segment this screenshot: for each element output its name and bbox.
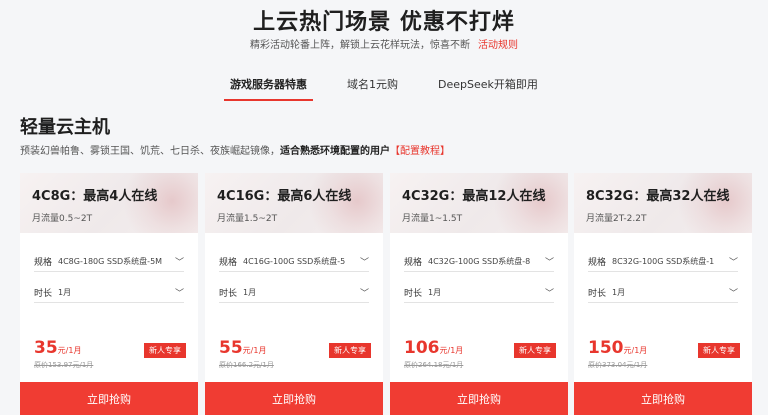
card-traffic: 月流量0.5~2T [32, 214, 93, 224]
duration-value: 1月 [428, 288, 442, 297]
spec-select[interactable]: 规格 8C32G-100G SSD系统盘-1 ﹀ [588, 252, 738, 272]
chevron-down-icon: ﹀ [544, 258, 554, 268]
duration-select[interactable]: 时长 1月 ﹀ [34, 283, 184, 303]
category-tabs: 游戏服务器特惠 域名1元购 DeepSeek开箱即用 [0, 76, 768, 101]
card-title: 4C16G：最高6人在线 [217, 189, 352, 204]
card-traffic: 月流量1.5~2T [217, 214, 278, 224]
hero-subtitle: 精彩活动轮番上阵，解锁上云花样玩法，惊喜不断 活动规则 [0, 36, 768, 51]
spec-label: 规格 [219, 258, 238, 268]
duration-label: 时长 [34, 289, 53, 299]
price-unit: 元/1月 [439, 346, 464, 355]
duration-select[interactable]: 时长 1月 ﹀ [404, 283, 554, 303]
duration-value: 1月 [58, 288, 72, 297]
original-price: 原价166.2元/1月 [219, 361, 274, 369]
chevron-down-icon: ﹀ [359, 289, 369, 299]
page-title: 上云热门场景 优惠不打烊 [253, 10, 515, 35]
price-unit: 元/1月 [242, 346, 267, 355]
price-value: 106 [404, 338, 440, 358]
card-title: 8C32G：最高32人在线 [586, 189, 730, 204]
price-unit: 元/1月 [623, 346, 648, 355]
section-desc-highlight: 适合熟悉环境配置的用户 [280, 146, 390, 157]
tab-game-server[interactable]: 游戏服务器特惠 [224, 76, 314, 101]
tab-deepseek[interactable]: DeepSeek开箱即用 [438, 76, 538, 101]
spec-select[interactable]: 规格 4C8G-180G SSD系统盘-5M ﹀ [34, 252, 184, 272]
price-value: 35 [34, 338, 58, 358]
activity-rules-link[interactable]: 活动规则 [478, 40, 518, 51]
spec-label: 规格 [404, 258, 423, 268]
original-price: 原价373.04元/1月 [588, 361, 648, 369]
buy-now-button[interactable]: 立即抢购 [205, 382, 383, 415]
card-header: 4C32G：最高12人在线 月流量1~1.5T [390, 173, 568, 233]
spec-select[interactable]: 规格 4C32G-100G SSD系统盘-8 ﹀ [404, 252, 554, 272]
section-description: 预装幻兽帕鲁、雾锁王国、饥荒、七日杀、夜族崛起镜像，适合熟悉环境配置的用户【配置… [20, 142, 450, 157]
card-traffic: 月流量1~1.5T [402, 214, 463, 224]
duration-value: 1月 [243, 288, 257, 297]
duration-select[interactable]: 时长 1月 ﹀ [588, 283, 738, 303]
section-desc-text: 预装幻兽帕鲁、雾锁王国、饥荒、七日杀、夜族崛起镜像， [20, 146, 280, 157]
chevron-down-icon: ﹀ [728, 289, 738, 299]
spec-label: 规格 [34, 258, 53, 268]
price: 55元/1月 [219, 338, 266, 358]
price-value: 55 [219, 338, 243, 358]
spec-value: 8C32G-100G SSD系统盘-1 [612, 257, 715, 266]
card-title: 4C32G：最高12人在线 [402, 189, 546, 204]
chevron-down-icon: ﹀ [728, 258, 738, 268]
product-card: 4C32G：最高12人在线 月流量1~1.5T 规格 4C32G-100G SS… [390, 173, 568, 415]
buy-now-button[interactable]: 立即抢购 [574, 382, 752, 415]
buy-now-button[interactable]: 立即抢购 [20, 382, 198, 415]
card-traffic: 月流量2T-2.2T [586, 214, 647, 224]
hero-subtitle-text: 精彩活动轮番上阵，解锁上云花样玩法，惊喜不断 [250, 40, 470, 51]
new-user-badge: 新人专享 [514, 343, 556, 358]
card-header: 4C8G：最高4人在线 月流量0.5~2T [20, 173, 198, 233]
price-unit: 元/1月 [57, 346, 82, 355]
chevron-down-icon: ﹀ [174, 258, 184, 268]
price: 106元/1月 [404, 338, 463, 358]
chevron-down-icon: ﹀ [359, 258, 369, 268]
spec-value: 4C8G-180G SSD系统盘-5M [58, 257, 163, 266]
spec-label: 规格 [588, 258, 607, 268]
price: 150元/1月 [588, 338, 647, 358]
new-user-badge: 新人专享 [144, 343, 186, 358]
spec-value: 4C16G-100G SSD系统盘-5 [243, 257, 346, 266]
spec-value: 4C32G-100G SSD系统盘-8 [428, 257, 531, 266]
new-user-badge: 新人专享 [329, 343, 371, 358]
config-tutorial-link[interactable]: 【配置教程】 [390, 146, 450, 157]
duration-select[interactable]: 时长 1月 ﹀ [219, 283, 369, 303]
price: 35元/1月 [34, 338, 81, 358]
tab-domain[interactable]: 域名1元购 [347, 76, 398, 101]
chevron-down-icon: ﹀ [174, 289, 184, 299]
spec-select[interactable]: 规格 4C16G-100G SSD系统盘-5 ﹀ [219, 252, 369, 272]
product-card: 4C8G：最高4人在线 月流量0.5~2T 规格 4C8G-180G SSD系统… [20, 173, 198, 415]
price-value: 150 [588, 338, 624, 358]
card-title: 4C8G：最高4人在线 [32, 189, 158, 204]
duration-label: 时长 [404, 289, 423, 299]
buy-now-button[interactable]: 立即抢购 [390, 382, 568, 415]
section-title: 轻量云主机 [20, 117, 110, 138]
original-price: 原价153.97元/1月 [34, 361, 94, 369]
product-card: 8C32G：最高32人在线 月流量2T-2.2T 规格 8C32G-100G S… [574, 173, 752, 415]
original-price: 原价264.18元/1月 [404, 361, 464, 369]
card-header: 4C16G：最高6人在线 月流量1.5~2T [205, 173, 383, 233]
product-cards: 4C8G：最高4人在线 月流量0.5~2T 规格 4C8G-180G SSD系统… [20, 173, 752, 415]
chevron-down-icon: ﹀ [544, 289, 554, 299]
duration-label: 时长 [588, 289, 607, 299]
duration-label: 时长 [219, 289, 238, 299]
product-card: 4C16G：最高6人在线 月流量1.5~2T 规格 4C16G-100G SSD… [205, 173, 383, 415]
duration-value: 1月 [612, 288, 626, 297]
card-header: 8C32G：最高32人在线 月流量2T-2.2T [574, 173, 752, 233]
new-user-badge: 新人专享 [698, 343, 740, 358]
